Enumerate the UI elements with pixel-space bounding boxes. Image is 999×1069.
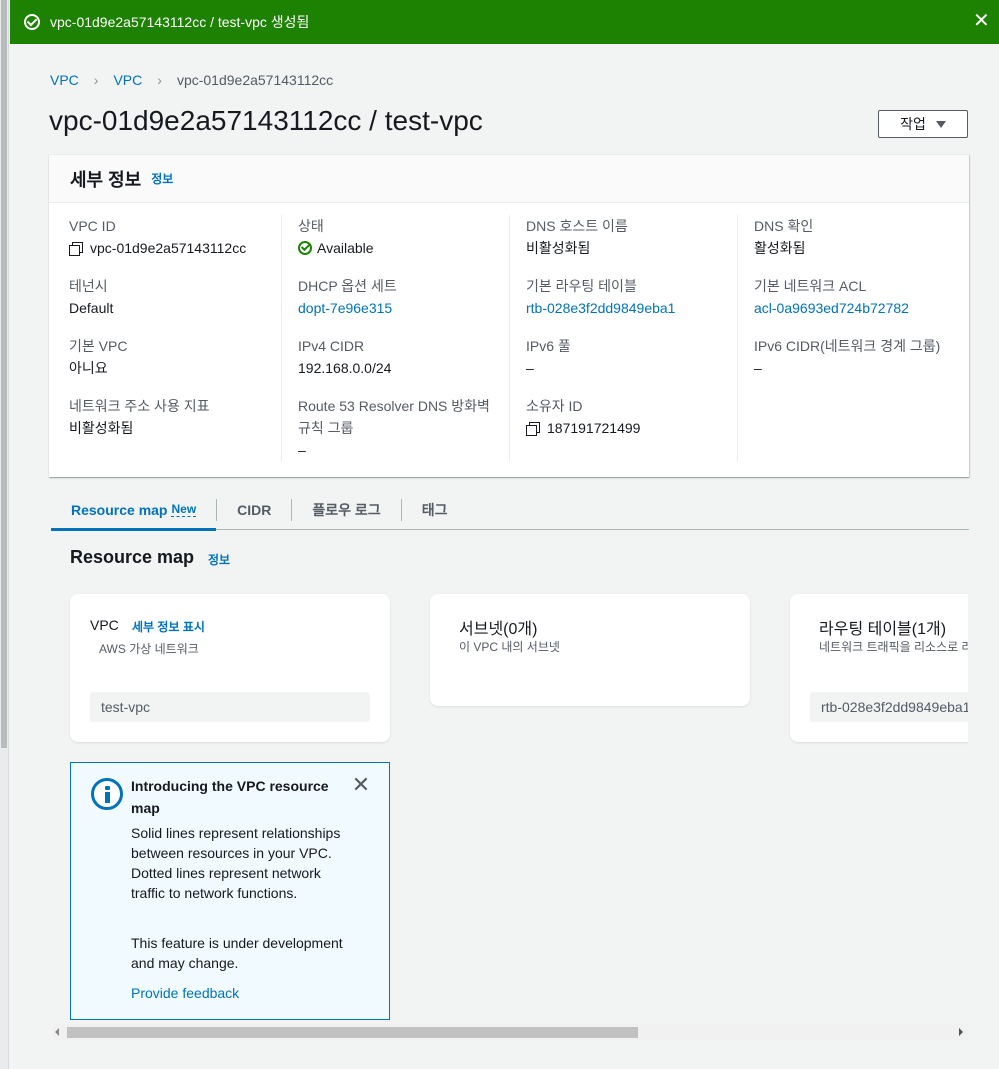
dns-firewall-label: Route 53 Resolver DNS 방화벽 규칙 그룹	[298, 398, 490, 436]
subnets-card-title: 서브넷(0개)	[459, 621, 538, 638]
popover-title: Introducing the VPC resource map	[131, 778, 329, 816]
details-column-3: DNS 호스트 이름비활성화됨 기본 라우팅 테이블 rtb-028e3f2dd9…	[509, 215, 737, 461]
vpc-id-value: vpc-01d9e2a57143112cc	[90, 240, 247, 256]
status-available-icon	[298, 241, 312, 255]
vpc-item[interactable]: test-vpc	[90, 692, 370, 722]
main-route-table-label: 기본 라우팅 테이블	[526, 278, 637, 294]
provide-feedback-link[interactable]: Provide feedback	[131, 983, 239, 1003]
page-title: vpc-01d9e2a57143112cc / test-vpc	[49, 105, 483, 136]
success-check-icon	[24, 14, 40, 30]
default-vpc-value: 아니요	[69, 360, 108, 376]
detail-tabs: Resource map New CIDR 플로우 로그 태그	[51, 490, 969, 531]
tab-cidr[interactable]: CIDR	[217, 491, 291, 529]
breadcrumb-vpc-root[interactable]: VPC	[50, 72, 79, 88]
dns-hostnames-label: DNS 호스트 이름	[526, 218, 628, 234]
resource-map-viewport[interactable]: VPC 세부 정보 표시 AWS 가상 네트워크 test-vpc 서브넷(0개…	[50, 580, 968, 1025]
tenancy-value: Default	[69, 300, 114, 316]
ipv6-pool-value: –	[526, 360, 534, 376]
dns-firewall-value: –	[298, 442, 306, 458]
resource-map-intro-popover: Introducing the VPC resource map ✕ Solid…	[70, 762, 390, 1020]
chevron-right-icon: ›	[93, 72, 99, 88]
ipv6-cidr-label: IPv6 CIDR(네트워크 경계 그룹)	[754, 338, 941, 354]
dns-hostnames-value: 비활성화됨	[526, 240, 591, 256]
main-route-table-link[interactable]: rtb-028e3f2dd9849eba1	[526, 297, 736, 319]
tenancy-label: 테넌시	[69, 278, 108, 294]
route-table-item[interactable]: rtb-028e3f2dd9849eba1	[810, 692, 968, 722]
actions-dropdown-button[interactable]: 작업	[878, 110, 968, 138]
scroll-left-icon[interactable]	[55, 1028, 59, 1036]
caret-down-icon	[935, 120, 946, 128]
details-info-link[interactable]: 정보	[151, 170, 173, 187]
state-value: Available	[317, 240, 374, 256]
details-column-4: DNS 확인활성화됨 기본 네트워크 ACL acl-0a9693ed724b72…	[737, 215, 967, 461]
ipv6-cidr-value: –	[754, 360, 762, 376]
network-address-usage-label: 네트워크 주소 사용 지표	[69, 398, 210, 414]
popover-body-note: This feature is under development and ma…	[131, 935, 343, 971]
ipv4-cidr-value: 192.168.0.0/24	[298, 360, 392, 376]
horizontal-scrollbar[interactable]	[53, 1024, 968, 1040]
dhcp-options-label: DHCP 옵션 세트	[298, 278, 397, 294]
flash-message: vpc-01d9e2a57143112cc / test-vpc 생성됨	[50, 14, 310, 30]
vpc-id-label: VPC ID	[69, 218, 116, 234]
default-vpc-label: 기본 VPC	[69, 338, 128, 354]
ipv6-pool-label: IPv6 풀	[526, 338, 571, 354]
tab-flow-logs[interactable]: 플로우 로그	[292, 491, 400, 529]
details-heading: 세부 정보	[70, 169, 142, 190]
page-scrollbar[interactable]	[0, 0, 9, 1069]
details-panel: 세부 정보 정보 VPC ID vpc-01d9e2a57143112cc 테넌시…	[49, 154, 969, 477]
ipv4-cidr-label: IPv4 CIDR	[298, 338, 365, 354]
show-details-link[interactable]: 세부 정보 표시	[132, 618, 205, 635]
dns-resolution-label: DNS 확인	[754, 218, 814, 234]
route-tables-card-subtitle: 네트워크 트래픽을 리소스로 라우팅	[819, 640, 968, 654]
main-network-acl-label: 기본 네트워크 ACL	[754, 278, 867, 294]
tab-resource-map-label: Resource map	[71, 501, 168, 518]
route-tables-card: 라우팅 테이블(1개) 네트워크 트래픽을 리소스로 라우팅 rtb-028e3…	[790, 594, 968, 742]
details-column-1: VPC ID vpc-01d9e2a57143112cc 테넌시 Default 기…	[49, 215, 281, 461]
horizontal-scrollbar-thumb[interactable]	[67, 1027, 638, 1038]
dhcp-options-link[interactable]: dopt-7e96e315	[298, 297, 508, 319]
details-column-2: 상태 Available DHCP 옵션 세트 dopt-7e96e315 IPv4…	[281, 215, 509, 461]
scroll-right-icon[interactable]	[959, 1028, 963, 1036]
tab-tags[interactable]: 태그	[402, 491, 468, 529]
close-icon[interactable]: ✕	[350, 774, 372, 796]
main-network-acl-link[interactable]: acl-0a9693ed724b72782	[754, 297, 964, 319]
tab-resource-map[interactable]: Resource map New	[51, 491, 217, 531]
page-scrollbar-thumb[interactable]	[1, 0, 7, 748]
breadcrumb: VPC › VPC › vpc-01d9e2a57143112cc	[50, 72, 333, 88]
state-label: 상태	[298, 218, 324, 234]
new-badge: New	[171, 501, 197, 517]
chevron-right-icon: ›	[157, 72, 162, 88]
network-address-usage-value: 비활성화됨	[69, 420, 134, 436]
popover-body: Solid lines represent relationships betw…	[131, 825, 341, 901]
resource-map-title: Resource map	[70, 547, 195, 567]
info-icon	[91, 778, 123, 810]
vpc-card-subtitle: AWS 가상 네트워크	[99, 642, 199, 656]
breadcrumb-vpc-list[interactable]: VPC	[113, 72, 142, 88]
owner-id-value: 187191721499	[547, 420, 641, 436]
vpc-card-title: VPC	[90, 617, 119, 633]
vpc-card: VPC 세부 정보 표시 AWS 가상 네트워크 test-vpc	[70, 594, 390, 742]
actions-label: 작업	[900, 116, 926, 132]
route-tables-card-title: 라우팅 테이블(1개)	[819, 621, 947, 638]
success-flashbar: vpc-01d9e2a57143112cc / test-vpc 생성됨 ✕	[10, 0, 999, 44]
resource-map-info-link[interactable]: 정보	[208, 551, 230, 568]
close-icon[interactable]: ✕	[973, 11, 990, 31]
copy-icon[interactable]	[526, 421, 540, 436]
subnets-card-subtitle: 이 VPC 내의 서브넷	[459, 640, 560, 654]
copy-icon[interactable]	[69, 241, 83, 256]
dns-resolution-value: 활성화됨	[754, 240, 806, 256]
subnets-card: 서브넷(0개) 이 VPC 내의 서브넷	[430, 594, 750, 706]
owner-id-label: 소유자 ID	[526, 398, 583, 414]
details-header: 세부 정보 정보	[49, 155, 969, 203]
breadcrumb-current: vpc-01d9e2a57143112cc	[176, 72, 334, 88]
